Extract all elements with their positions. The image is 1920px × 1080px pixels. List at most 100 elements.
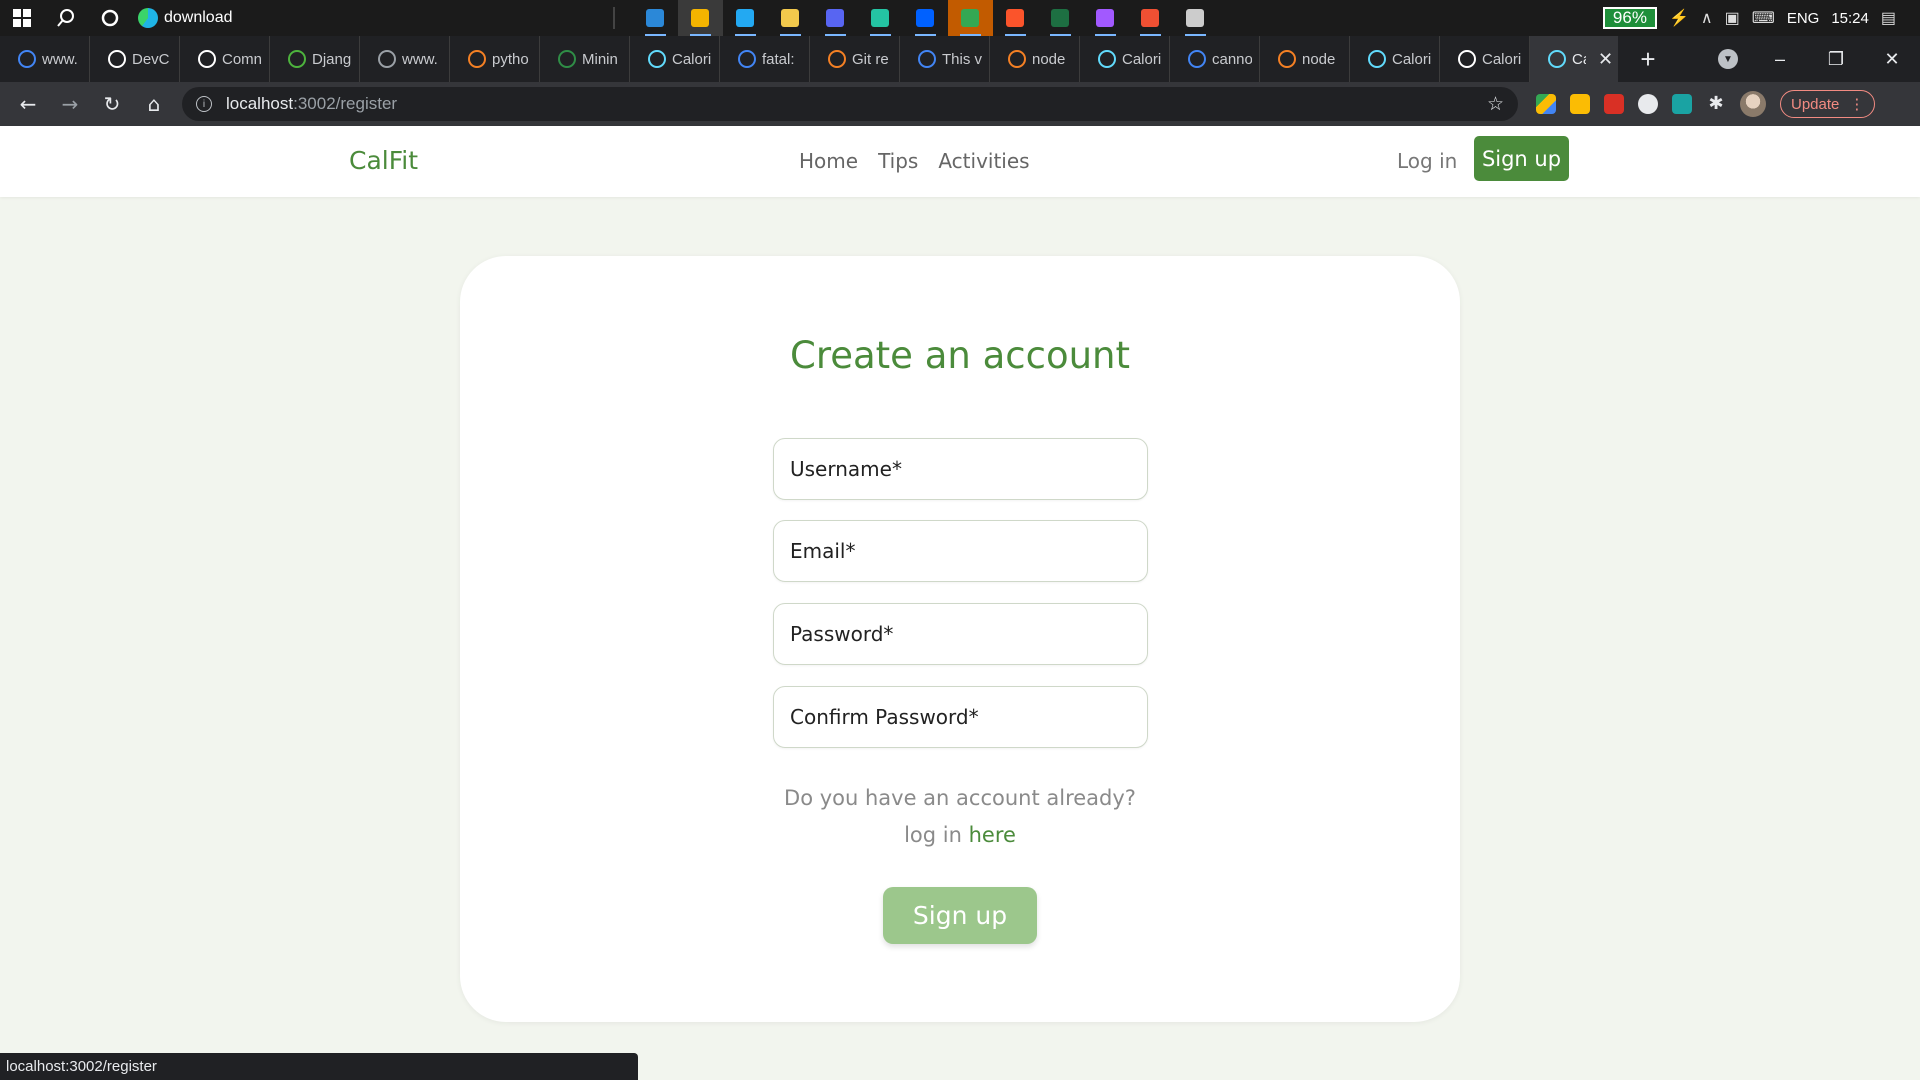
tab[interactable]: This v <box>900 36 990 82</box>
login-hint-line: log in here <box>460 817 1460 854</box>
clock[interactable]: 15:24 <box>1831 10 1869 27</box>
site-brand-logo[interactable]: CalFit <box>349 146 418 175</box>
extensions-puzzle-icon[interactable]: ✱ <box>1706 94 1726 114</box>
drive-icon <box>961 9 979 27</box>
profile-avatar[interactable] <box>1740 91 1766 117</box>
cortana-button[interactable] <box>88 0 132 36</box>
tab[interactable]: canno <box>1170 36 1260 82</box>
tab[interactable]: fatal: <box>720 36 810 82</box>
git-icon <box>1141 9 1159 27</box>
tab[interactable]: DevC <box>90 36 180 82</box>
tab[interactable]: Calori <box>1440 36 1530 82</box>
taskbar-app-chrome[interactable] <box>677 0 723 36</box>
tab-label: www. <box>402 50 438 68</box>
taskbar-app-git[interactable] <box>1128 0 1173 36</box>
tab[interactable]: Minin <box>540 36 630 82</box>
battery-indicator[interactable]: 96% <box>1602 7 1657 29</box>
login-link[interactable]: Log in <box>1397 149 1457 173</box>
tab-label: Calori <box>1122 50 1162 68</box>
taskbar-active-app[interactable]: download <box>138 8 233 28</box>
tab-label: www. <box>42 50 78 68</box>
system-tray: 96% ⚡ ∧ ▣ ⌨ ENG 15:24 ▤ <box>1602 7 1920 29</box>
new-tab-button[interactable]: + <box>1628 44 1668 75</box>
more-menu-icon[interactable]: ⋮ <box>1849 95 1864 113</box>
tab[interactable]: www. <box>360 36 450 82</box>
email-field[interactable]: Email* <box>773 520 1148 582</box>
network-icon[interactable]: ▣ <box>1725 8 1740 28</box>
taskbar-app-mail[interactable] <box>633 0 678 36</box>
forward-icon[interactable]: → <box>50 84 90 124</box>
reload-icon[interactable]: ↻ <box>92 84 132 124</box>
gitkraken-icon <box>871 9 889 27</box>
keyboard-icon[interactable]: ⌨ <box>1752 8 1775 28</box>
tab[interactable]: node <box>990 36 1080 82</box>
color-picker-extension-icon[interactable] <box>1638 94 1658 114</box>
signup-submit-button[interactable]: Sign up <box>883 887 1037 944</box>
tab[interactable]: Djang <box>270 36 360 82</box>
confirm-password-field[interactable]: Confirm Password* <box>773 686 1148 748</box>
taskbar-app-discord[interactable] <box>813 0 858 36</box>
tab[interactable]: Git re <box>810 36 900 82</box>
tab-search-icon[interactable]: ▼ <box>1718 49 1738 69</box>
taskbar-app-terminal[interactable] <box>1173 0 1218 36</box>
taskbar-app-drive[interactable] <box>947 0 993 36</box>
minimize-icon[interactable]: – <box>1752 49 1808 70</box>
tab-label: pytho <box>492 50 529 68</box>
taskbar-app-brave[interactable] <box>993 0 1038 36</box>
signup-nav-button[interactable]: Sign up <box>1474 136 1569 181</box>
nav-link-home[interactable]: Home <box>799 149 858 173</box>
counter-extension-icon[interactable] <box>1672 94 1692 114</box>
close-tab-icon[interactable]: ✕ <box>1598 49 1613 70</box>
password-field[interactable]: Password* <box>773 603 1148 665</box>
file-explorer-icon <box>781 9 799 27</box>
mongodb-icon <box>288 50 306 68</box>
keep-extension-icon[interactable] <box>1570 94 1590 114</box>
update-button[interactable]: Update ⋮ <box>1780 90 1876 118</box>
stackoverflow-icon <box>1278 50 1296 68</box>
language-indicator[interactable]: ENG <box>1787 10 1820 27</box>
chevron-up-icon[interactable]: ∧ <box>1701 8 1713 28</box>
page-title: Create an account <box>790 334 1130 377</box>
username-field[interactable]: Username* <box>773 438 1148 500</box>
taskbar-pinned-apps <box>633 0 1218 36</box>
taskbar-app-dropbox[interactable] <box>903 0 948 36</box>
site-info-icon[interactable]: i <box>196 96 212 112</box>
close-window-icon[interactable]: ✕ <box>1864 49 1920 70</box>
taskbar-app-figma[interactable] <box>1083 0 1128 36</box>
taskbar-app-gitkraken[interactable] <box>858 0 903 36</box>
notifications-icon[interactable]: ▤ <box>1881 8 1896 28</box>
nav-link-activities[interactable]: Activities <box>938 149 1029 173</box>
start-button[interactable] <box>0 0 44 36</box>
google-drive-extension-icon[interactable] <box>1536 94 1556 114</box>
tab[interactable]: Calori <box>1350 36 1440 82</box>
tab-label: Minin <box>582 50 618 68</box>
bookmark-star-icon[interactable]: ☆ <box>1487 93 1504 116</box>
tab[interactable]: www. <box>0 36 90 82</box>
restore-icon[interactable]: ❐ <box>1808 49 1864 70</box>
taskbar-app-excel[interactable] <box>1038 0 1083 36</box>
address-bar[interactable]: i localhost:3002/register ☆ <box>182 87 1518 121</box>
nav-link-tips[interactable]: Tips <box>878 149 918 173</box>
tab-label: Git re <box>852 50 889 68</box>
home-icon[interactable]: ⌂ <box>134 84 174 124</box>
tab[interactable]: Calori <box>630 36 720 82</box>
cortana-icon <box>101 9 119 27</box>
tab-active[interactable]: Ca ✕ <box>1530 36 1618 82</box>
tab-label: DevC <box>132 50 170 68</box>
tab[interactable]: Comn <box>180 36 270 82</box>
taskbar-app-file-explorer[interactable] <box>768 0 813 36</box>
tab[interactable]: node <box>1260 36 1350 82</box>
taskbar-app-vscode[interactable] <box>723 0 768 36</box>
react-icon <box>1548 50 1566 68</box>
tab-label: This v <box>942 50 982 68</box>
calendar-extension-icon[interactable] <box>1604 94 1624 114</box>
tab[interactable]: pytho <box>450 36 540 82</box>
google-icon <box>918 50 936 68</box>
search-button[interactable] <box>44 0 88 36</box>
stackoverflow-icon <box>828 50 846 68</box>
back-icon[interactable]: ← <box>8 84 48 124</box>
site-nav-links: Home Tips Activities <box>799 149 1030 173</box>
tab[interactable]: Calori <box>1080 36 1170 82</box>
login-here-link[interactable]: here <box>969 823 1016 847</box>
tab-label: Calori <box>1392 50 1432 68</box>
